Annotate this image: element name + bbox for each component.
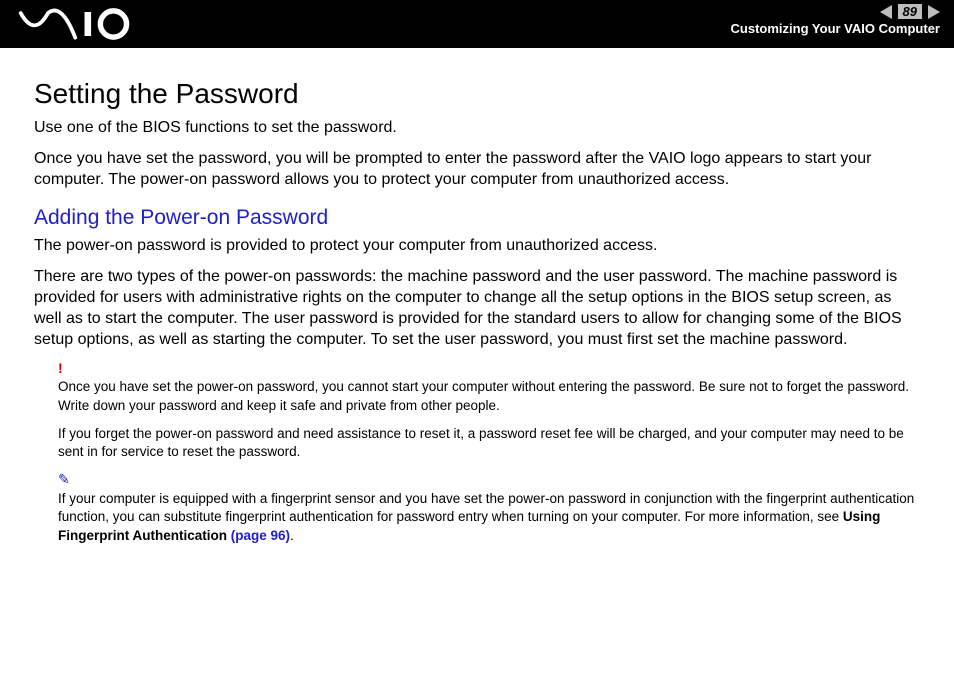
tip-text-prefix: If your computer is equipped with a fing… (58, 491, 914, 524)
vaio-logo-icon (18, 6, 138, 42)
page-link[interactable]: (page 96) (227, 528, 290, 543)
tip-note: ✎ If your computer is equipped with a fi… (58, 471, 920, 545)
page-number: 89 (898, 4, 922, 19)
intro-paragraph-1: Use one of the BIOS functions to set the… (34, 118, 920, 139)
section-heading: Adding the Power-on Password (34, 206, 920, 230)
tip-period: . (290, 528, 294, 543)
breadcrumb: Customizing Your VAIO Computer (731, 21, 940, 36)
tip-icon: ✎ (58, 471, 920, 488)
page-content: Setting the Password Use one of the BIOS… (0, 48, 954, 545)
intro-paragraph-2: Once you have set the password, you will… (34, 149, 920, 191)
prev-page-arrow-icon[interactable] (880, 5, 892, 19)
warning-note: ! Once you have set the power-on passwor… (58, 360, 920, 461)
header-right: 89 Customizing Your VAIO Computer (731, 4, 940, 36)
warning-text-2: If you forget the power-on password and … (58, 425, 920, 461)
section-paragraph-2: There are two types of the power-on pass… (34, 267, 920, 350)
warning-icon: ! (58, 360, 920, 376)
warning-text-1: Once you have set the power-on password,… (58, 378, 920, 414)
section-paragraph-1: The power-on password is provided to pro… (34, 236, 920, 257)
next-page-arrow-icon[interactable] (928, 5, 940, 19)
page-title: Setting the Password (34, 78, 920, 110)
tip-text: If your computer is equipped with a fing… (58, 490, 920, 545)
header-bar: 89 Customizing Your VAIO Computer (0, 0, 954, 48)
page-nav: 89 (731, 4, 940, 19)
